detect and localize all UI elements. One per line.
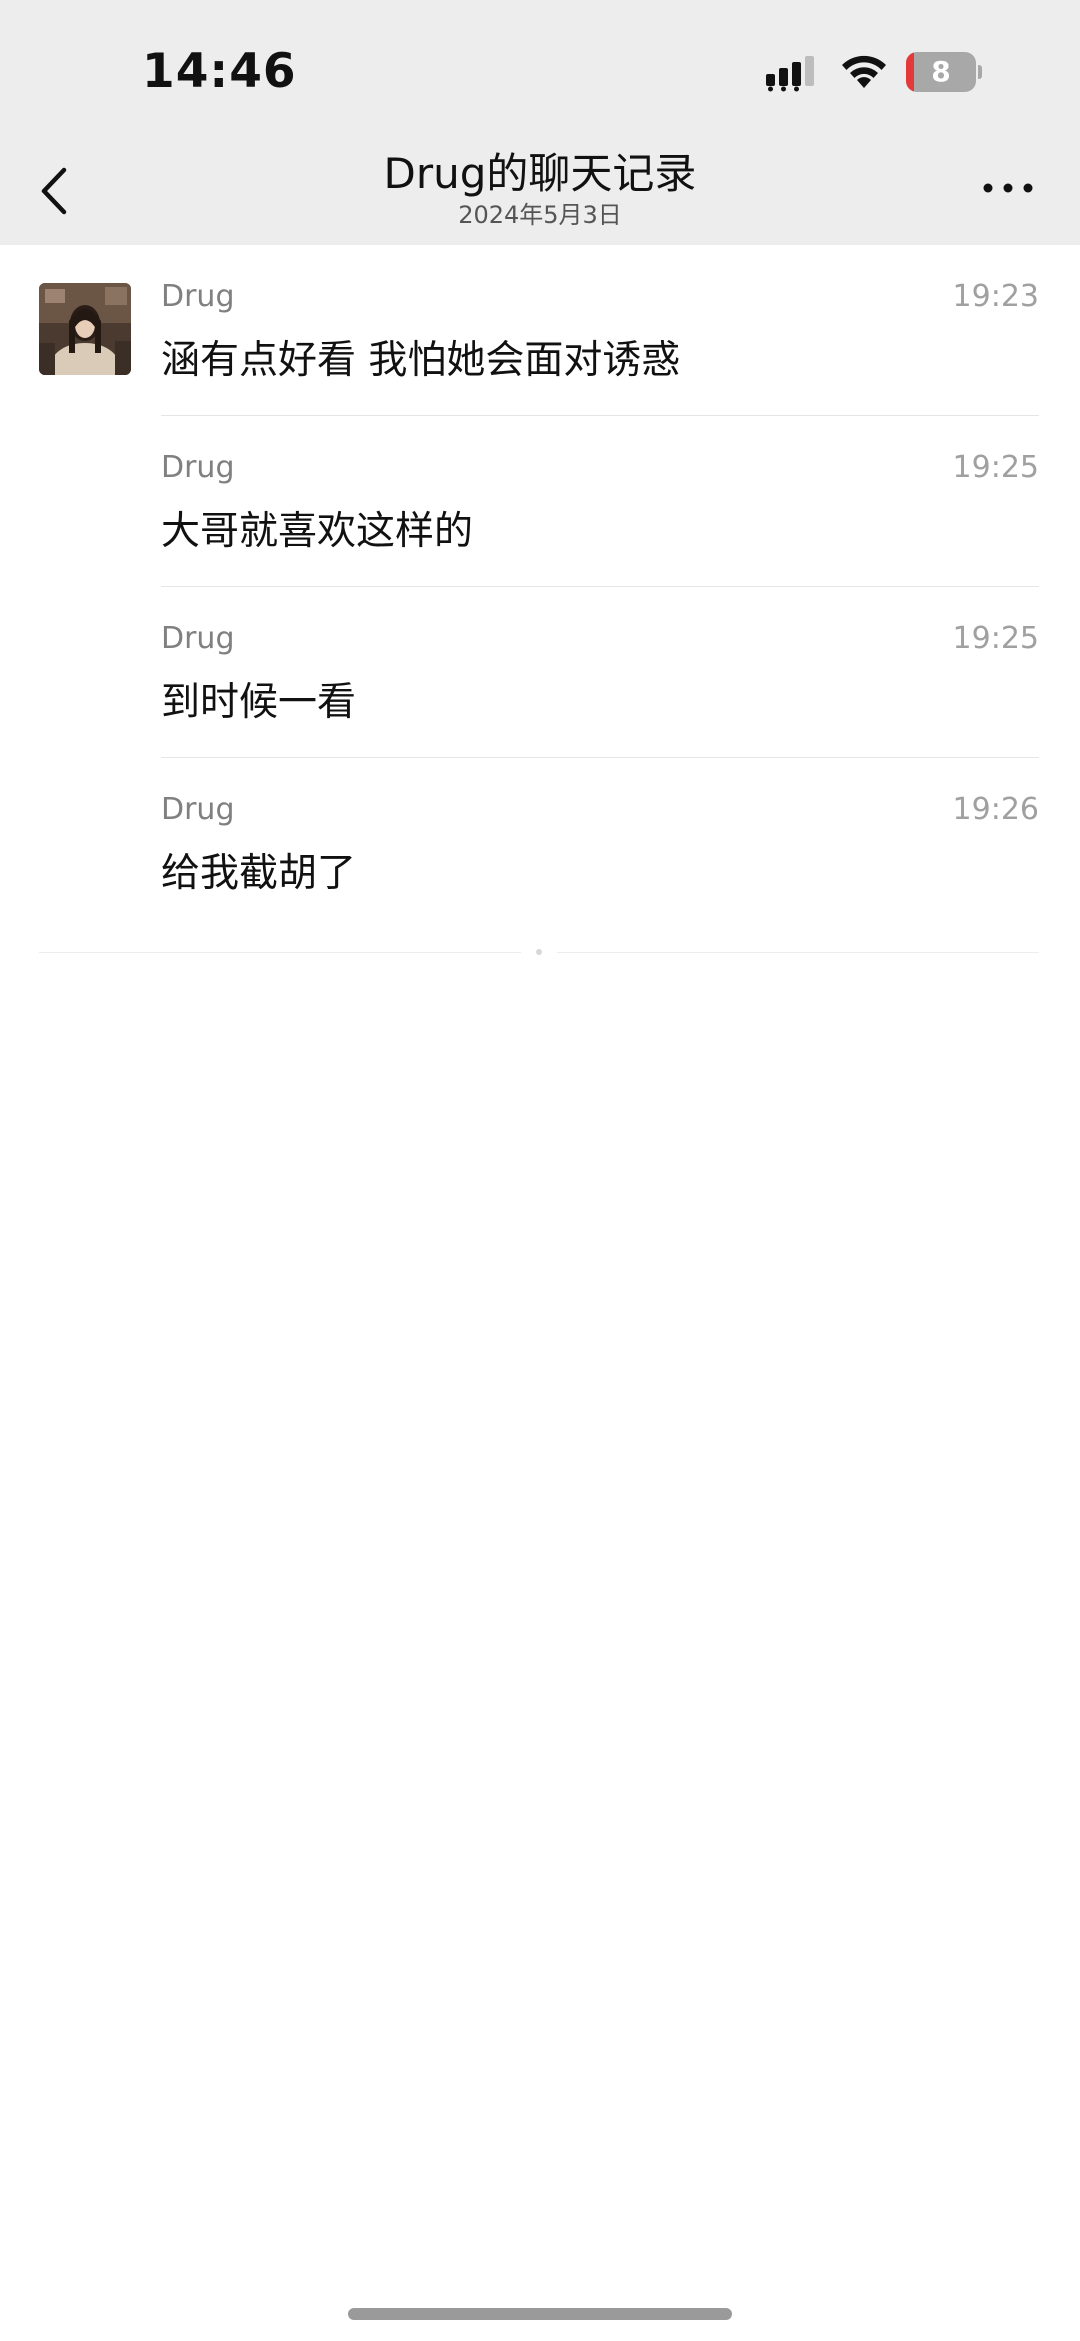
sender-name: Drug: [161, 621, 235, 656]
more-options-button[interactable]: [978, 168, 1038, 208]
message-item[interactable]: Drug 19:25 到时候一看: [0, 587, 1080, 758]
battery-icon: 8: [906, 52, 982, 92]
divider-left: [39, 952, 521, 953]
message-list: Drug 19:23 涵有点好看 我怕她会面对诱惑 Drug 19:25 大哥就…: [0, 245, 1080, 929]
header-area: 14:46 8 Drug的聊天记录 2024年5月3日: [0, 0, 1080, 245]
page-title: Drug的聊天记录: [383, 149, 697, 198]
sender-name: Drug: [161, 450, 235, 485]
chat-history-screen: 14:46 8 Drug的聊天记录 2024年5月3日 Drug 19:23 涵…: [0, 0, 1080, 2341]
message-time: 19:25: [952, 450, 1039, 485]
message-item[interactable]: Drug 19:23 涵有点好看 我怕她会面对诱惑: [0, 245, 1080, 416]
avatar[interactable]: [39, 283, 131, 375]
battery-body: 8: [906, 52, 976, 92]
end-of-list-divider: [39, 949, 1039, 955]
message-time: 19:26: [952, 792, 1039, 827]
message-item[interactable]: Drug 19:25 大哥就喜欢这样的: [0, 416, 1080, 587]
message-text: 到时候一看: [161, 680, 357, 725]
battery-level: 8: [931, 55, 951, 88]
battery-cap: [978, 65, 982, 79]
sender-name: Drug: [161, 279, 235, 314]
message-text: 大哥就喜欢这样的: [161, 509, 474, 554]
wifi-icon: [842, 55, 886, 88]
home-indicator[interactable]: [348, 2308, 732, 2320]
divider-dot: [536, 949, 542, 955]
message-time: 19:23: [952, 279, 1039, 314]
message-time: 19:25: [952, 621, 1039, 656]
message-item[interactable]: Drug 19:26 给我截胡了: [0, 758, 1080, 929]
status-time: 14:46: [142, 44, 297, 99]
more-horizontal-icon: [983, 183, 1033, 193]
signal-icon: [766, 56, 814, 92]
message-text: 涵有点好看 我怕她会面对诱惑: [161, 338, 681, 383]
divider-right: [557, 952, 1039, 953]
message-text: 给我截胡了: [161, 851, 357, 896]
nav-title-group: Drug的聊天记录 2024年5月3日: [0, 148, 1080, 230]
page-subtitle-date: 2024年5月3日: [458, 201, 622, 229]
sender-name: Drug: [161, 792, 235, 827]
